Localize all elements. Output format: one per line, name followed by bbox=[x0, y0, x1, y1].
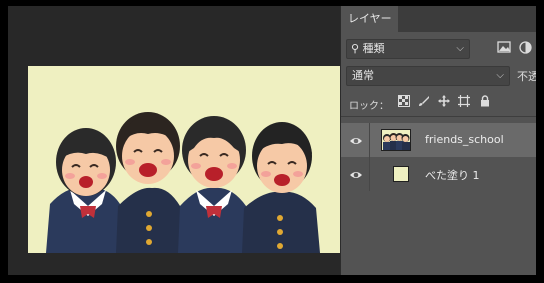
lock-transparent-icon[interactable] bbox=[397, 95, 411, 109]
lock-paint-icon[interactable] bbox=[417, 95, 431, 109]
girl-right-figure bbox=[178, 116, 248, 253]
document-canvas[interactable] bbox=[28, 66, 340, 253]
visibility-eye-icon[interactable] bbox=[349, 133, 363, 147]
layer-filter-select[interactable]: ⚲ 種類 ⌵ bbox=[346, 39, 470, 59]
layer-divider bbox=[369, 123, 370, 157]
layer-divider bbox=[369, 157, 370, 191]
panel-tabbar: レイヤー bbox=[341, 6, 536, 32]
lock-label: ロック： bbox=[349, 101, 389, 112]
canvas-area bbox=[8, 6, 340, 275]
chevron-down-icon: ⌵ bbox=[456, 43, 464, 54]
layer-name[interactable]: friends_school bbox=[425, 133, 504, 146]
fill-color-thumbnail[interactable] bbox=[393, 166, 409, 182]
layer-row-friends-school[interactable]: friends_school bbox=[341, 123, 536, 157]
boy-two-figure bbox=[242, 122, 320, 253]
boy-one-figure bbox=[116, 112, 182, 253]
layer-name[interactable]: べた塗り 1 bbox=[425, 167, 480, 183]
photoshop-window: レイヤー ⚲ 種類 ⌵ 通常 ⌵ 不透 ロック： friends_school … bbox=[8, 6, 536, 275]
lock-all-icon[interactable] bbox=[478, 95, 492, 109]
filter-kind-label: 種類 bbox=[362, 42, 385, 55]
blend-mode-select[interactable]: 通常 ⌵ bbox=[346, 66, 510, 86]
opacity-label: 不透 bbox=[517, 70, 536, 83]
image-filter-icon[interactable] bbox=[496, 41, 512, 57]
blend-mode-value: 通常 bbox=[352, 69, 374, 82]
tab-layers[interactable]: レイヤー bbox=[341, 6, 398, 32]
chevron-down-icon: ⌵ bbox=[496, 70, 504, 81]
girl-left-figure bbox=[46, 128, 124, 253]
lock-position-icon[interactable] bbox=[437, 95, 451, 109]
layer-row-solid-fill[interactable]: べた塗り 1 bbox=[341, 157, 536, 191]
friends-school-illustration bbox=[46, 112, 320, 253]
lock-artboard-icon[interactable] bbox=[457, 95, 471, 109]
layer-thumbnail-image[interactable] bbox=[381, 129, 411, 151]
search-icon: ⚲ bbox=[351, 42, 360, 55]
visibility-eye-icon[interactable] bbox=[349, 167, 363, 181]
layers-panel: レイヤー ⚲ 種類 ⌵ 通常 ⌵ 不透 ロック： friends_school … bbox=[340, 6, 536, 275]
panel-separator bbox=[341, 116, 536, 117]
adjustment-filter-icon[interactable] bbox=[517, 41, 533, 57]
